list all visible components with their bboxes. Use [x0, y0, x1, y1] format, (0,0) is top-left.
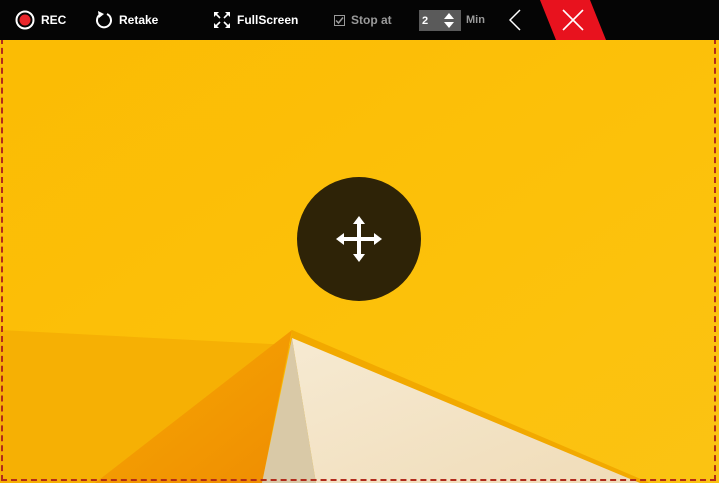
stepper-down-button[interactable] [441, 21, 457, 30]
collapse-toolbar-button[interactable] [506, 8, 524, 32]
close-button[interactable] [540, 0, 606, 40]
fullscreen-icon [214, 12, 230, 28]
stepper-arrows [441, 10, 457, 31]
rec-label: REC [41, 13, 67, 27]
close-icon [562, 9, 584, 31]
minutes-unit-label: Min [466, 14, 485, 26]
stop-at-checkbox[interactable] [334, 14, 345, 26]
retake-label: Retake [119, 13, 159, 27]
retake-button[interactable]: Retake [95, 0, 158, 40]
rec-button[interactable]: REC [15, 0, 66, 40]
fullscreen-button[interactable]: FullScreen [213, 0, 298, 40]
record-icon [15, 10, 35, 30]
retake-icon [96, 11, 112, 29]
recorder-toolbar: REC Retake FullScreen Stop at 2 Min [0, 0, 719, 40]
stop-at-label: Stop at [351, 13, 392, 27]
move-icon [336, 216, 382, 262]
stepper-up-button[interactable] [441, 12, 457, 21]
stop-minutes-stepper[interactable]: 2 [419, 10, 461, 31]
caret-down-icon [444, 22, 454, 28]
caret-up-icon [444, 13, 454, 19]
screen-recorder-window: REC Retake FullScreen Stop at 2 Min [0, 0, 719, 483]
chevron-left-icon [509, 9, 521, 31]
fullscreen-label: FullScreen [237, 13, 299, 27]
move-handle[interactable] [297, 177, 421, 301]
checkmark-icon [335, 16, 344, 24]
stop-at-toggle[interactable]: Stop at [334, 0, 392, 40]
stop-minutes-value[interactable]: 2 [419, 15, 441, 27]
